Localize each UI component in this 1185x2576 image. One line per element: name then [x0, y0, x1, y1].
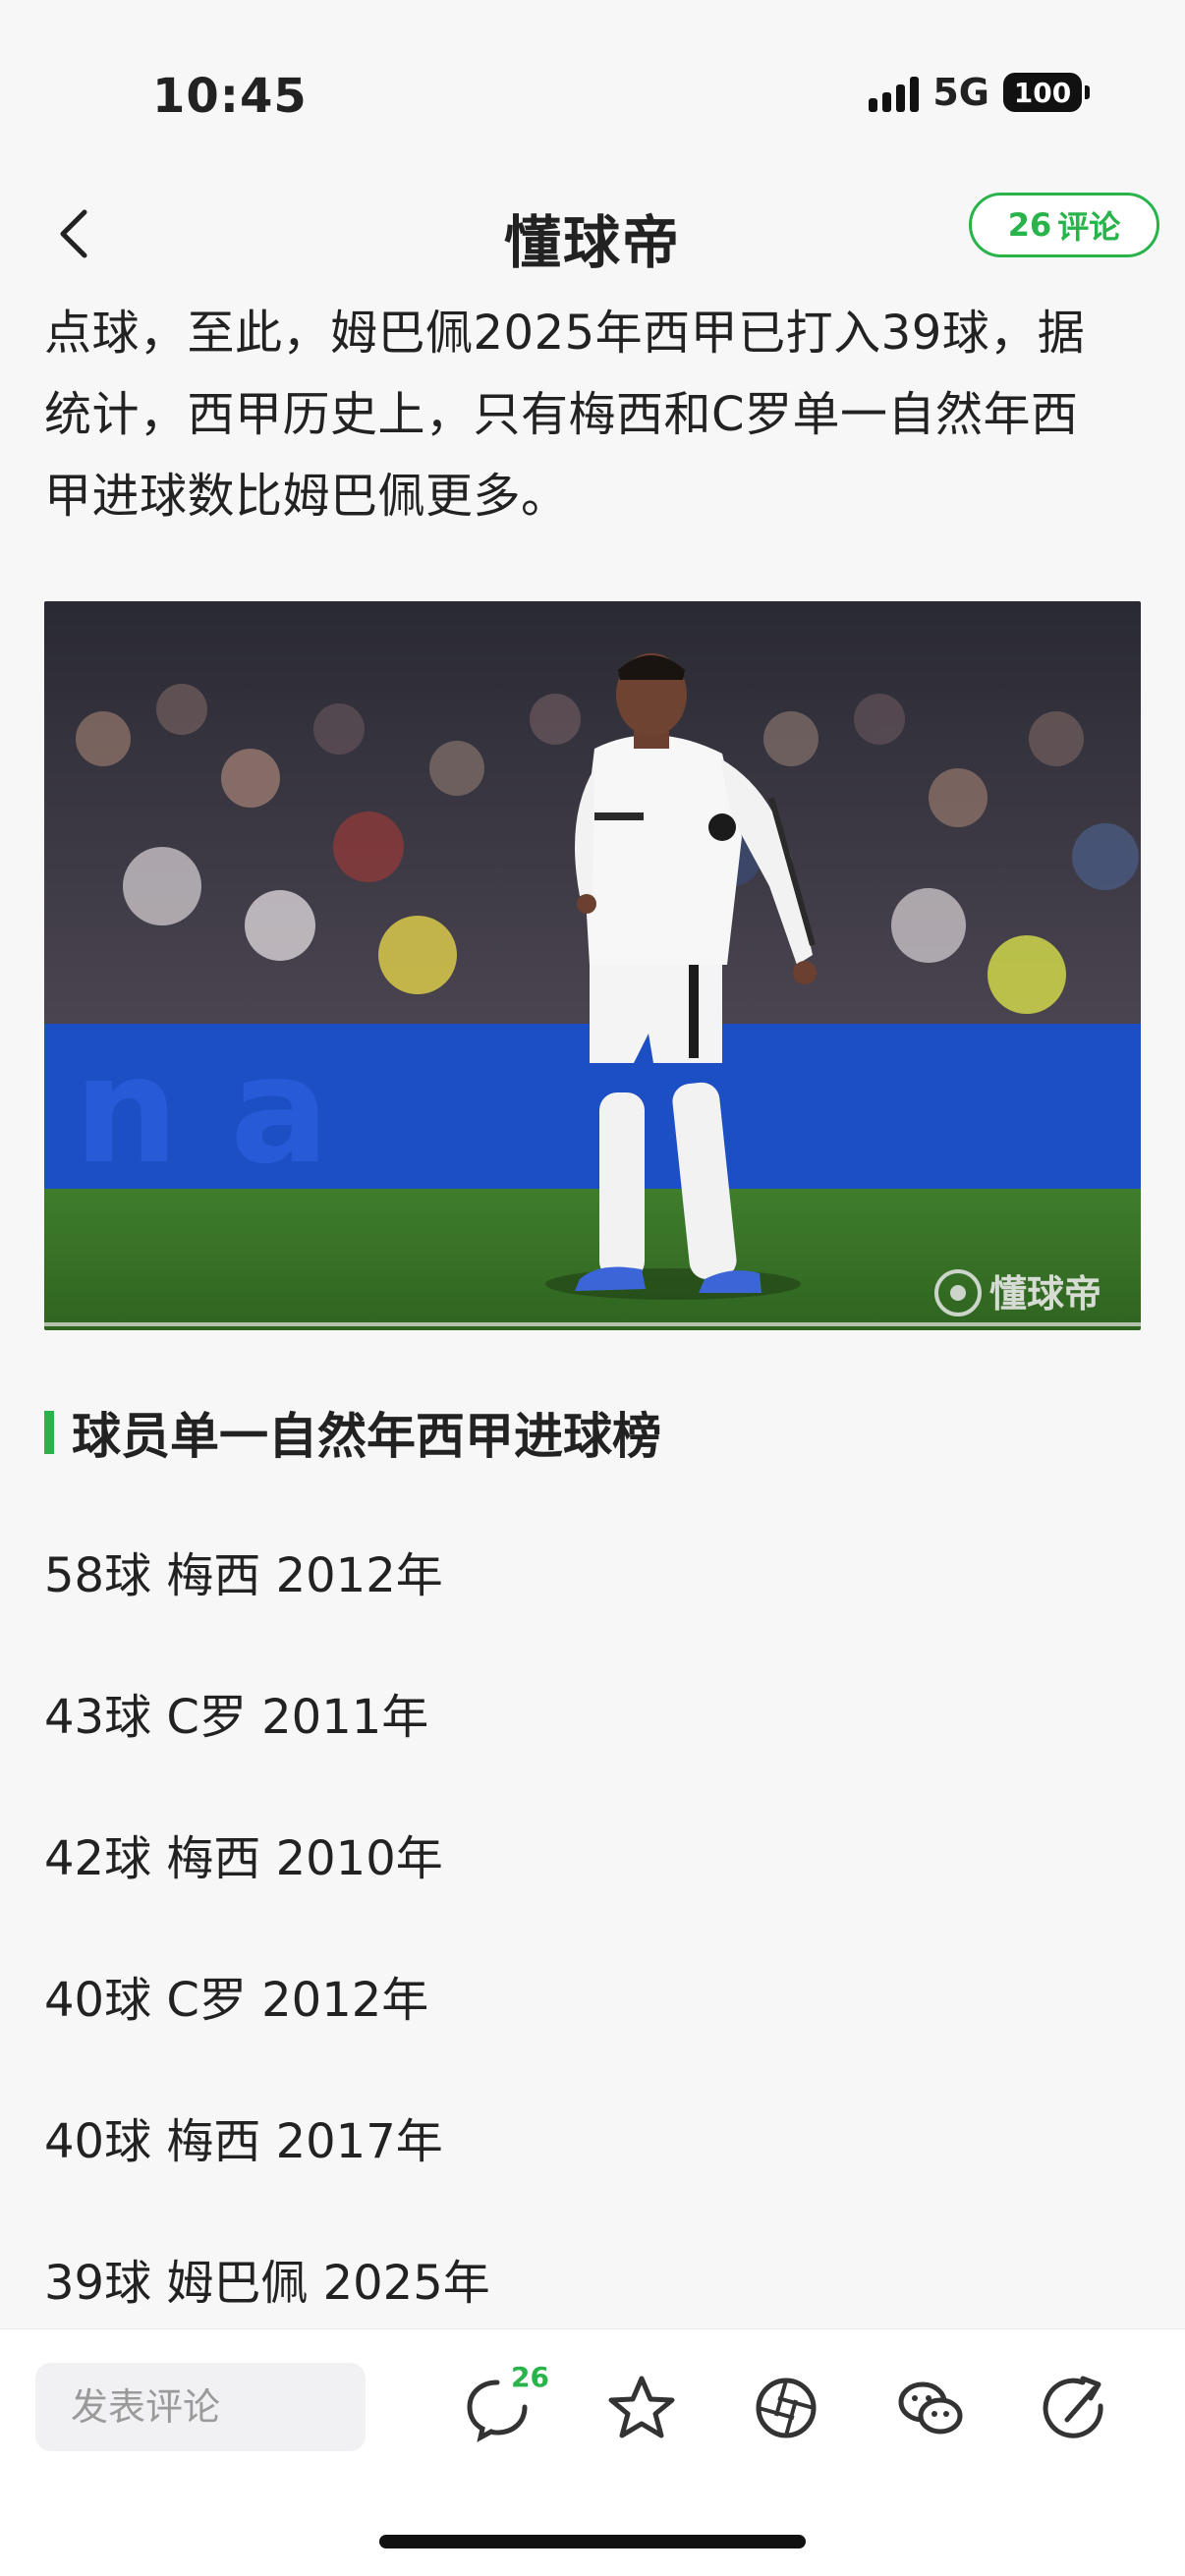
- section-accent-bar: [44, 1411, 54, 1454]
- signal-icon: [869, 73, 920, 112]
- status-time: 10:45: [152, 69, 308, 124]
- comments-toolbar-button[interactable]: 26: [462, 2361, 549, 2443]
- article-paragraph: 点球，至此，姆巴佩2025年西甲已打入39球，据 统计，西甲历史上，只有梅西和C…: [44, 293, 1141, 537]
- ranking-list: 58球 梅西 2012年 43球 C罗 2011年 42球 梅西 2010年 4…: [44, 1535, 490, 2383]
- section-heading: 球员单一自然年西甲进球榜: [44, 1403, 661, 1465]
- stadium-player-image: n a 懂球帝: [44, 601, 1141, 1330]
- article-content: 点球，至此，姆巴佩2025年西甲已打入39球，据 统计，西甲历史上，只有梅西和C…: [44, 293, 1141, 2311]
- status-bar: 10:45 5G 100: [0, 0, 1185, 187]
- share-wechat-button[interactable]: [895, 2373, 966, 2443]
- paragraph-line: 甲进球数比姆巴佩更多。: [44, 469, 569, 524]
- wechat-icon: [898, 2381, 963, 2435]
- comment-count-badge: 26: [511, 2361, 549, 2393]
- comments-button[interactable]: 26 评论: [969, 193, 1159, 257]
- photo-watermark: 懂球帝: [989, 1272, 1101, 1316]
- paragraph-line: 点球，至此，姆巴佩2025年西甲已打入39球，据: [44, 306, 1086, 361]
- share-button[interactable]: [1040, 2373, 1110, 2443]
- battery-level: 100: [1013, 76, 1072, 109]
- list-item: 40球 C罗 2012年: [44, 1973, 429, 2028]
- share-arrow-icon: [1043, 2376, 1103, 2438]
- share-moments-button[interactable]: [751, 2373, 821, 2443]
- list-item: 40球 梅西 2017年: [44, 2114, 443, 2169]
- paragraph-line: 统计，西甲历史上，只有梅西和C罗单一自然年西: [44, 387, 1079, 442]
- comment-input[interactable]: 发表评论: [35, 2363, 366, 2451]
- svg-text:n a: n a: [74, 1026, 329, 1197]
- nav-bar: 懂球帝 26 评论: [0, 187, 1185, 295]
- list-item: 43球 C罗 2011年: [44, 1690, 429, 1745]
- section-title-text: 球员单一自然年西甲进球榜: [72, 1408, 661, 1465]
- network-type: 5G: [932, 71, 989, 114]
- star-icon: [608, 2376, 675, 2438]
- aperture-icon: [756, 2378, 817, 2438]
- article-photo[interactable]: n a 懂球帝: [44, 601, 1141, 1330]
- list-item: 58球 梅西 2012年: [44, 1548, 443, 1603]
- favorite-button[interactable]: [606, 2373, 677, 2443]
- comment-count: 26: [1007, 206, 1052, 244]
- status-indicators: 5G 100: [869, 71, 1090, 114]
- home-indicator[interactable]: [379, 2535, 806, 2548]
- comment-label: 评论: [1057, 208, 1121, 246]
- battery-icon: 100: [1003, 73, 1090, 112]
- list-item: 42球 梅西 2010年: [44, 1831, 443, 1886]
